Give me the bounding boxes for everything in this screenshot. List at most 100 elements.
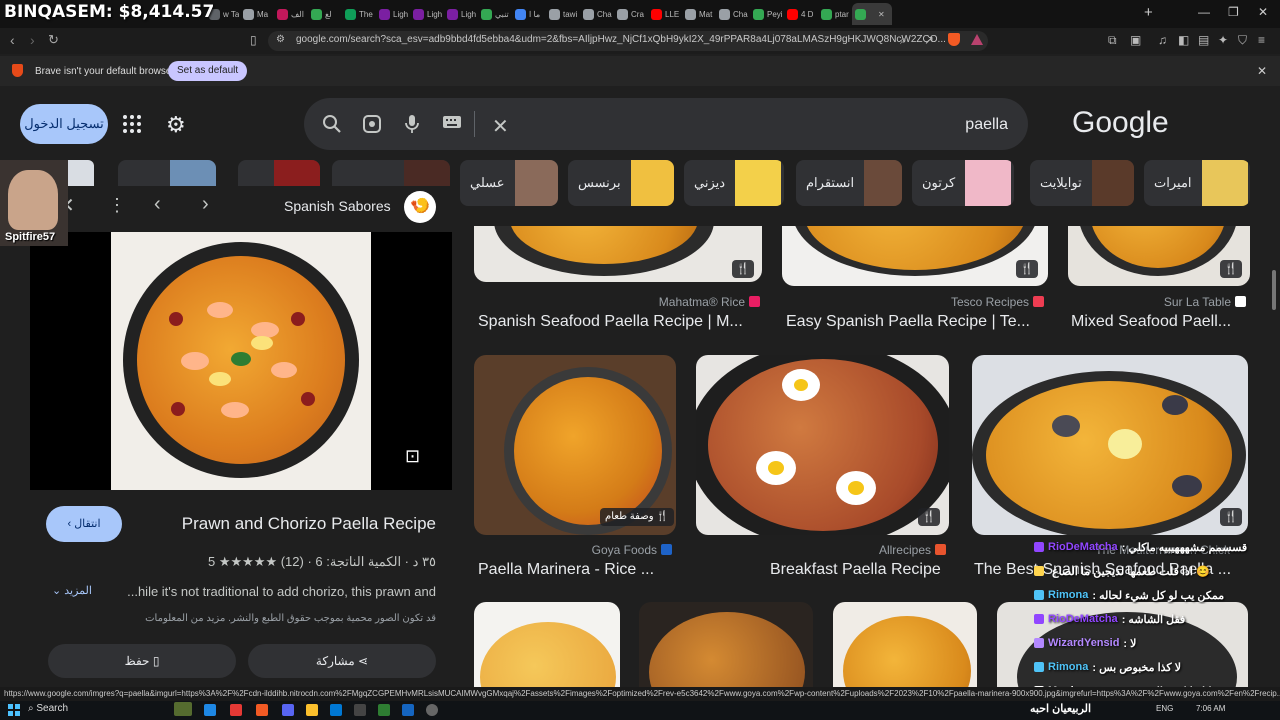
brave-shields-icon[interactable] <box>948 33 960 46</box>
maximize-icon[interactable]: ❐ <box>1228 5 1239 19</box>
browser-tab[interactable]: الف <box>274 3 307 25</box>
clear-search-icon[interactable]: ✕ <box>492 114 509 139</box>
taskbar-weather-text[interactable]: الربيعيان احبه <box>1030 702 1091 715</box>
browser-tab[interactable]: Peyi <box>750 3 783 25</box>
share-button[interactable]: مشاركة ⋖ <box>248 644 436 678</box>
browser-tab[interactable]: Cra <box>614 3 647 25</box>
tab-search-icon[interactable]: ▣ <box>1130 33 1141 47</box>
menu-icon[interactable]: ≡ <box>1258 33 1265 47</box>
result-title[interactable]: Mixed Seafood Paell... <box>1071 313 1251 331</box>
visit-button[interactable]: ‹ انتقال <box>46 506 122 542</box>
bookmark-icon[interactable]: ▯ <box>250 33 257 47</box>
result-source[interactable]: Sur La Table <box>1046 295 1246 309</box>
new-tab-button[interactable]: + <box>1144 4 1153 21</box>
result-image[interactable] <box>474 226 762 282</box>
result-title[interactable]: Breakfast Paella Recipe <box>770 561 970 579</box>
close-tab-icon[interactable]: ✕ <box>878 10 885 19</box>
taskbar-app-icon[interactable] <box>204 704 216 716</box>
browser-tab[interactable]: Ligh <box>444 3 477 25</box>
copyright-notice[interactable]: قد تكون الصور محمية بموجب حقوق الطبع وال… <box>106 613 436 624</box>
browser-tab[interactable]: ptar <box>818 3 851 25</box>
taskbar-app-icon[interactable] <box>354 704 366 716</box>
save-button[interactable]: حفظ ▯ <box>48 644 236 678</box>
result-source[interactable]: Goya Foods <box>470 543 672 557</box>
browser-tab[interactable]: Ligh <box>410 3 443 25</box>
browser-tab[interactable]: tawi <box>546 3 579 25</box>
result-image[interactable] <box>833 602 977 688</box>
forward-icon[interactable]: › <box>30 32 35 48</box>
extensions-icon[interactable]: ⧉ <box>1108 33 1117 48</box>
result-image[interactable] <box>474 602 620 688</box>
keyboard-icon[interactable] <box>442 114 462 135</box>
apps-grid-icon[interactable] <box>123 115 141 133</box>
result-title[interactable]: Easy Spanish Paella Recipe | Te... <box>786 313 1046 331</box>
browser-tab[interactable]: Cha <box>716 3 749 25</box>
taskbar-app-icon[interactable] <box>426 704 438 716</box>
leo-icon[interactable]: ✦ <box>1218 33 1228 47</box>
set-default-button[interactable]: Set as default <box>168 61 248 81</box>
more-link[interactable]: ⌄ المزيد <box>52 584 92 597</box>
chip-cartoon[interactable]: كرتون <box>912 160 1014 206</box>
chip-twilight[interactable]: توايلايت <box>1030 160 1134 206</box>
result-source[interactable]: Tesco Recipes <box>844 295 1044 309</box>
search-icon[interactable] <box>322 114 342 139</box>
search-query[interactable]: paella <box>900 116 1008 134</box>
wallet-icon[interactable]: ▤ <box>1198 33 1209 47</box>
next-image-icon[interactable]: › <box>202 193 209 216</box>
search-image-lens-icon[interactable]: ⊡ <box>405 446 420 467</box>
settings-gear-icon[interactable]: ⚙ <box>166 112 186 138</box>
url-text[interactable]: google.com/search?sca_esv=adb9bbd4fd5ebb… <box>296 34 946 45</box>
panel-title[interactable]: Prawn and Chorizo Paella Recipe <box>134 514 436 534</box>
chip-princesses[interactable]: اميرات <box>1144 160 1250 206</box>
taskbar-search[interactable]: ⌕ Search <box>28 703 68 714</box>
brave-taskbar-icon[interactable] <box>256 704 268 716</box>
browser-tab[interactable]: LLE <box>648 3 681 25</box>
result-image[interactable] <box>972 355 1248 535</box>
folder-taskbar-icon[interactable] <box>306 704 318 716</box>
panel-source-name[interactable]: Spanish Sabores <box>284 198 391 214</box>
language-indicator[interactable]: ENG <box>1156 704 1173 713</box>
google-logo[interactable]: Google <box>1072 106 1169 140</box>
preview-image[interactable] <box>111 232 371 490</box>
result-image[interactable] <box>696 355 949 535</box>
clock[interactable]: 7:06 AM <box>1196 704 1225 713</box>
browser-tab[interactable]: ✕ <box>852 3 892 25</box>
taskbar-widget-icon[interactable] <box>174 702 192 716</box>
source-logo-icon[interactable]: 🍤 <box>404 191 436 223</box>
close-icon[interactable]: ✕ <box>1257 64 1267 78</box>
browser-tab[interactable]: Ligh <box>376 3 409 25</box>
taskbar-app-icon[interactable] <box>402 704 414 716</box>
back-icon[interactable]: ‹ <box>10 32 15 48</box>
browser-tab[interactable]: Mat <box>682 3 715 25</box>
browser-tab[interactable]: Ma <box>240 3 273 25</box>
result-source[interactable]: Mahatma® Rice <box>560 295 760 309</box>
reload-icon[interactable]: ↻ <box>48 32 59 48</box>
chip-disney[interactable]: ديزني <box>684 160 784 206</box>
taskbar-app-icon[interactable] <box>378 704 390 716</box>
more-options-icon[interactable]: ⋮ <box>108 195 126 216</box>
windows-start-icon[interactable] <box>8 704 20 716</box>
browser-tab[interactable]: ما ا <box>512 3 545 25</box>
sidebar-icon[interactable]: ◧ <box>1178 33 1189 47</box>
site-info-icon[interactable]: ⚙ <box>276 34 285 45</box>
result-title[interactable]: Paella Marinera - Rice ... <box>478 561 678 579</box>
lens-icon[interactable] <box>362 114 382 139</box>
result-source[interactable]: Allrecipes <box>744 543 946 557</box>
minimize-icon[interactable]: — <box>1198 5 1210 19</box>
sign-in-button[interactable]: تسجيل الدخول <box>20 104 108 144</box>
result-image[interactable] <box>639 602 813 688</box>
brave-rewards-icon[interactable] <box>971 34 983 45</box>
close-window-icon[interactable]: ✕ <box>1258 5 1268 19</box>
taskbar-app-icon[interactable] <box>230 704 242 716</box>
chip-princess[interactable]: برنسس <box>568 160 674 206</box>
browser-tab[interactable]: Cha <box>580 3 613 25</box>
zoom-icon[interactable]: ⌕ <box>900 33 907 48</box>
chip-honey[interactable]: عسلي <box>460 160 558 206</box>
result-title[interactable]: Spanish Seafood Paella Recipe | M... <box>478 313 758 331</box>
vpn-icon[interactable]: ⛉ <box>1238 33 1247 48</box>
chip-instagram[interactable]: انستقرام <box>796 160 902 206</box>
media-icon[interactable]: ♫ <box>1158 33 1167 47</box>
voice-search-icon[interactable] <box>404 114 420 139</box>
browser-tab[interactable]: The <box>342 3 375 25</box>
browser-tab[interactable]: تنبي <box>478 3 511 25</box>
